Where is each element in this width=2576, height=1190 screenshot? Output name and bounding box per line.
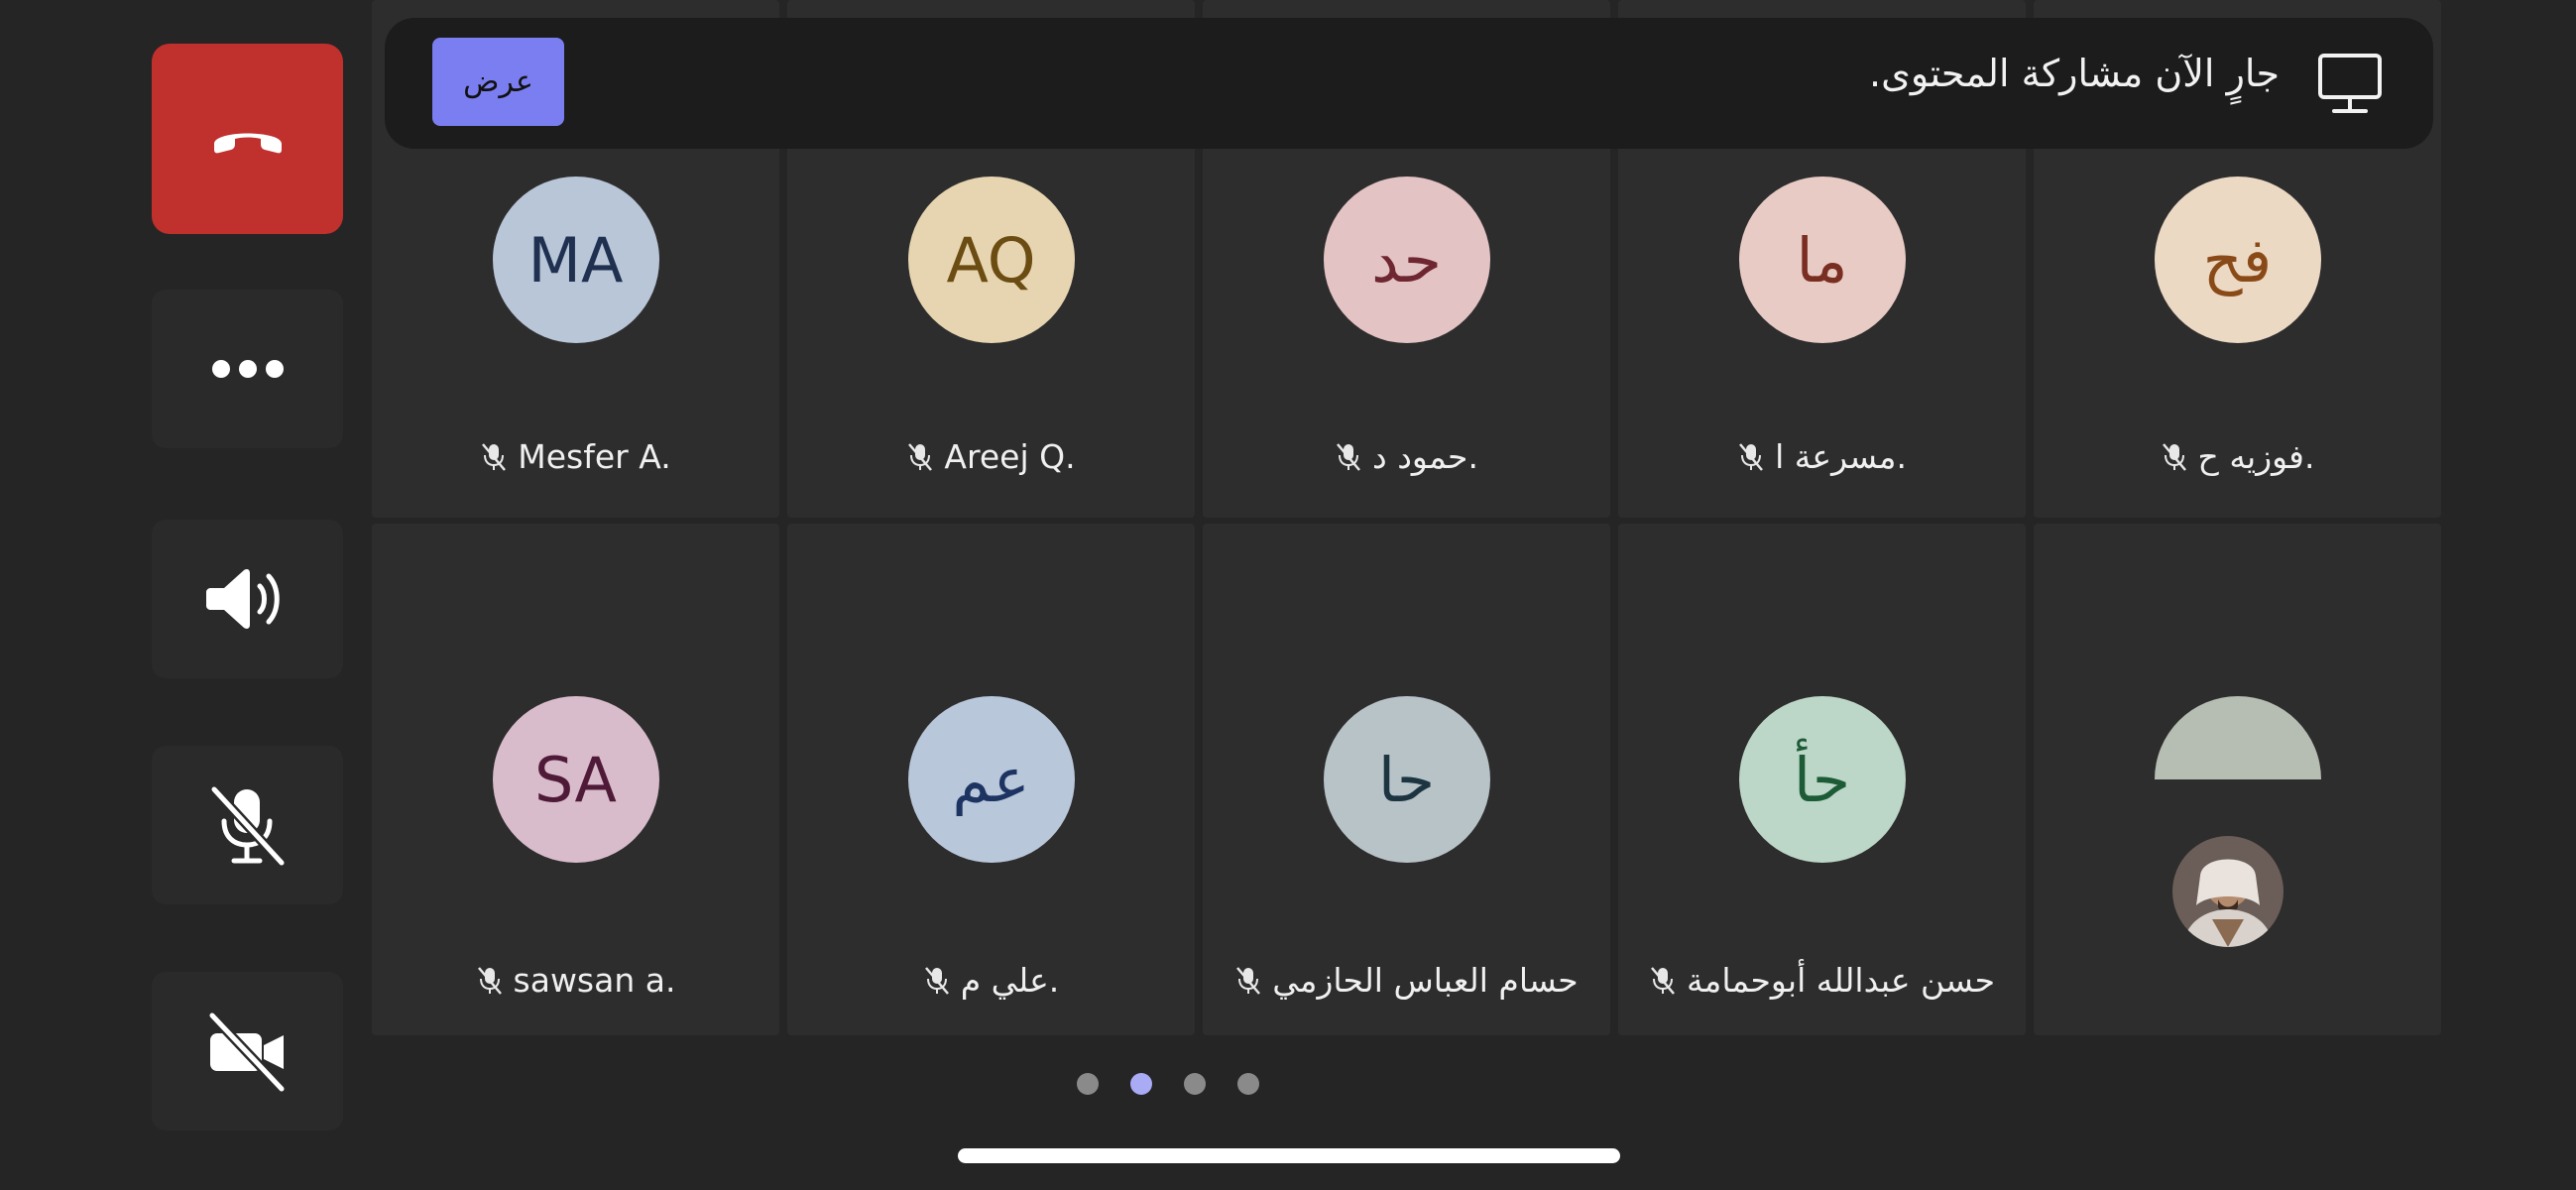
mic-off-icon bbox=[1651, 966, 1675, 995]
page-dot-active[interactable] bbox=[1130, 1073, 1152, 1095]
self-view-tile[interactable] bbox=[2034, 524, 2441, 1035]
page-dot[interactable] bbox=[1077, 1073, 1099, 1095]
participant-tile[interactable]: SA sawsan a. bbox=[372, 524, 779, 1035]
avatar: حد bbox=[1323, 177, 1490, 343]
video-off-icon bbox=[207, 1012, 286, 1093]
participant-name: Areej Q. bbox=[787, 437, 1195, 476]
participant-name: علي م. bbox=[787, 961, 1195, 1000]
page-dot[interactable] bbox=[1184, 1073, 1206, 1095]
mic-off-icon bbox=[482, 442, 507, 471]
participant-name: فوزيه ح. bbox=[2034, 437, 2441, 476]
page-indicator[interactable] bbox=[1077, 1073, 1259, 1095]
home-indicator[interactable] bbox=[958, 1148, 1620, 1163]
participant-tile[interactable]: حأ حسن عبدالله أبوحمامة bbox=[1618, 524, 2026, 1035]
avatar: ما bbox=[1738, 177, 1906, 343]
camera-button[interactable] bbox=[152, 972, 343, 1130]
profile-photo bbox=[2172, 836, 2283, 947]
mic-off-icon bbox=[209, 785, 286, 867]
view-button[interactable]: عرض bbox=[432, 38, 564, 126]
speaker-icon bbox=[205, 569, 280, 629]
mic-off-icon bbox=[1337, 442, 1361, 471]
mute-button[interactable] bbox=[152, 746, 343, 904]
mic-off-icon bbox=[1739, 442, 1764, 471]
more-options-button[interactable] bbox=[152, 290, 343, 448]
mic-off-icon bbox=[477, 966, 502, 995]
end-call-button[interactable] bbox=[152, 44, 343, 234]
mic-off-icon bbox=[908, 442, 933, 471]
sharing-message: جارٍ الآن مشاركة المحتوى. bbox=[1869, 52, 2280, 95]
speaker-button[interactable] bbox=[152, 520, 343, 678]
monitor-icon bbox=[2318, 54, 2382, 113]
participant-name: مسرعة ا. bbox=[1618, 437, 2026, 476]
participant-grid: MA Mesfer A. AQ Areej Q. حد حمود د. ما م… bbox=[372, 0, 2444, 1036]
mic-off-icon bbox=[1236, 966, 1261, 995]
avatar: MA bbox=[492, 177, 659, 343]
participant-name: حمود د. bbox=[1203, 437, 1610, 476]
participant-name: Mesfer A. bbox=[372, 437, 779, 476]
avatar: حأ bbox=[1738, 696, 1906, 863]
person-photo-icon bbox=[2172, 836, 2283, 947]
content-sharing-banner: عرض جارٍ الآن مشاركة المحتوى. bbox=[385, 18, 2433, 149]
avatar: SA bbox=[492, 696, 659, 863]
avatar: فح bbox=[2154, 177, 2321, 343]
avatar: AQ bbox=[907, 177, 1075, 343]
page-dot[interactable] bbox=[1237, 1073, 1259, 1095]
avatar bbox=[2154, 696, 2321, 779]
hang-up-icon bbox=[213, 133, 282, 154]
participant-name: sawsan a. bbox=[372, 961, 779, 1000]
mic-off-icon bbox=[2162, 442, 2186, 471]
ellipsis-icon bbox=[211, 360, 284, 378]
avatar: حا bbox=[1323, 696, 1490, 863]
participant-name: حسام العباس الحازمي bbox=[1203, 961, 1610, 1000]
participant-name: حسن عبدالله أبوحمامة bbox=[1618, 961, 2026, 1000]
participant-tile[interactable]: عم علي م. bbox=[787, 524, 1195, 1035]
mic-off-icon bbox=[924, 966, 949, 995]
avatar: عم bbox=[907, 696, 1075, 863]
participant-tile[interactable]: حا حسام العباس الحازمي bbox=[1203, 524, 1610, 1035]
